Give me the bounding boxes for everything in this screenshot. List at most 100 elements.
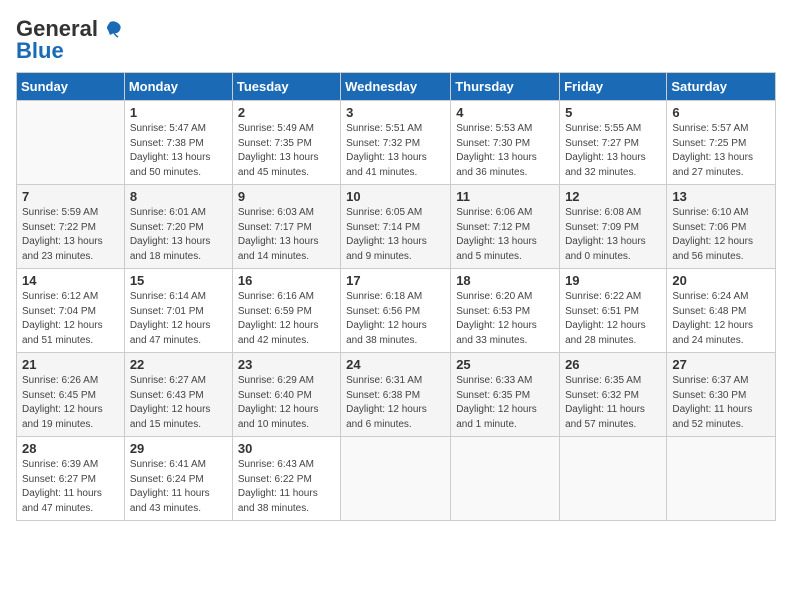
day-number: 7 [22, 189, 119, 204]
day-number: 19 [565, 273, 661, 288]
day-info: Sunrise: 6:01 AM Sunset: 7:20 PM Dayligh… [130, 206, 227, 264]
day-info: Sunrise: 6:12 AM Sunset: 7:04 PM Dayligh… [22, 290, 119, 348]
day-number: 22 [130, 357, 227, 372]
day-number: 27 [672, 357, 770, 372]
day-info: Sunrise: 5:59 AM Sunset: 7:22 PM Dayligh… [22, 206, 119, 264]
day-info: Sunrise: 5:47 AM Sunset: 7:38 PM Dayligh… [130, 122, 227, 180]
weekday-header-monday: Monday [124, 73, 232, 101]
day-number: 20 [672, 273, 770, 288]
day-info: Sunrise: 6:03 AM Sunset: 7:17 PM Dayligh… [238, 206, 335, 264]
page-header: General Blue [16, 16, 776, 64]
logo-blue-text: Blue [16, 38, 64, 64]
calendar-cell: 12 Sunrise: 6:08 AM Sunset: 7:09 PM Dayli… [560, 185, 667, 269]
day-number: 14 [22, 273, 119, 288]
day-info: Sunrise: 6:41 AM Sunset: 6:24 PM Dayligh… [130, 458, 227, 516]
day-info: Sunrise: 6:31 AM Sunset: 6:38 PM Dayligh… [346, 374, 445, 432]
calendar-cell: 28 Sunrise: 6:39 AM Sunset: 6:27 PM Dayli… [17, 437, 125, 521]
day-number: 15 [130, 273, 227, 288]
calendar-cell: 7 Sunrise: 5:59 AM Sunset: 7:22 PM Daylig… [17, 185, 125, 269]
day-info: Sunrise: 6:20 AM Sunset: 6:53 PM Dayligh… [456, 290, 554, 348]
calendar-cell: 1 Sunrise: 5:47 AM Sunset: 7:38 PM Daylig… [124, 101, 232, 185]
day-info: Sunrise: 6:35 AM Sunset: 6:32 PM Dayligh… [565, 374, 661, 432]
calendar-cell: 19 Sunrise: 6:22 AM Sunset: 6:51 PM Dayli… [560, 269, 667, 353]
day-info: Sunrise: 6:33 AM Sunset: 6:35 PM Dayligh… [456, 374, 554, 432]
day-number: 12 [565, 189, 661, 204]
day-info: Sunrise: 6:43 AM Sunset: 6:22 PM Dayligh… [238, 458, 335, 516]
day-number: 5 [565, 105, 661, 120]
day-number: 23 [238, 357, 335, 372]
calendar-cell: 14 Sunrise: 6:12 AM Sunset: 7:04 PM Dayli… [17, 269, 125, 353]
day-number: 2 [238, 105, 335, 120]
calendar-table: SundayMondayTuesdayWednesdayThursdayFrid… [16, 72, 776, 521]
day-number: 24 [346, 357, 445, 372]
calendar-cell: 13 Sunrise: 6:10 AM Sunset: 7:06 PM Dayli… [667, 185, 776, 269]
day-number: 28 [22, 441, 119, 456]
day-info: Sunrise: 6:22 AM Sunset: 6:51 PM Dayligh… [565, 290, 661, 348]
weekday-header-thursday: Thursday [451, 73, 560, 101]
day-number: 8 [130, 189, 227, 204]
calendar-cell: 15 Sunrise: 6:14 AM Sunset: 7:01 PM Dayli… [124, 269, 232, 353]
calendar-cell: 16 Sunrise: 6:16 AM Sunset: 6:59 PM Dayli… [232, 269, 340, 353]
calendar-cell: 10 Sunrise: 6:05 AM Sunset: 7:14 PM Dayli… [341, 185, 451, 269]
day-number: 4 [456, 105, 554, 120]
weekday-header-saturday: Saturday [667, 73, 776, 101]
calendar-cell [341, 437, 451, 521]
calendar-cell: 27 Sunrise: 6:37 AM Sunset: 6:30 PM Dayli… [667, 353, 776, 437]
day-info: Sunrise: 5:57 AM Sunset: 7:25 PM Dayligh… [672, 122, 770, 180]
day-info: Sunrise: 6:37 AM Sunset: 6:30 PM Dayligh… [672, 374, 770, 432]
weekday-header-friday: Friday [560, 73, 667, 101]
calendar-cell: 26 Sunrise: 6:35 AM Sunset: 6:32 PM Dayli… [560, 353, 667, 437]
calendar-cell [667, 437, 776, 521]
day-info: Sunrise: 6:05 AM Sunset: 7:14 PM Dayligh… [346, 206, 445, 264]
day-info: Sunrise: 6:10 AM Sunset: 7:06 PM Dayligh… [672, 206, 770, 264]
calendar-cell: 6 Sunrise: 5:57 AM Sunset: 7:25 PM Daylig… [667, 101, 776, 185]
calendar-cell: 17Sunrise: 6:18 AM Sunset: 6:56 PM Dayli… [341, 269, 451, 353]
calendar-cell: 11 Sunrise: 6:06 AM Sunset: 7:12 PM Dayli… [451, 185, 560, 269]
calendar-cell: 4 Sunrise: 5:53 AM Sunset: 7:30 PM Daylig… [451, 101, 560, 185]
day-number: 16 [238, 273, 335, 288]
calendar-cell: 20 Sunrise: 6:24 AM Sunset: 6:48 PM Dayli… [667, 269, 776, 353]
day-number: 17 [346, 273, 445, 288]
day-number: 26 [565, 357, 661, 372]
day-number: 6 [672, 105, 770, 120]
day-info: Sunrise: 6:29 AM Sunset: 6:40 PM Dayligh… [238, 374, 335, 432]
calendar-cell: 30 Sunrise: 6:43 AM Sunset: 6:22 PM Dayli… [232, 437, 340, 521]
day-number: 10 [346, 189, 445, 204]
day-number: 30 [238, 441, 335, 456]
day-number: 25 [456, 357, 554, 372]
calendar-cell: 5 Sunrise: 5:55 AM Sunset: 7:27 PM Daylig… [560, 101, 667, 185]
weekday-header-wednesday: Wednesday [341, 73, 451, 101]
day-info: Sunrise: 6:16 AM Sunset: 6:59 PM Dayligh… [238, 290, 335, 348]
logo-bird-icon [100, 20, 122, 38]
calendar-cell: 22 Sunrise: 6:27 AM Sunset: 6:43 PM Dayli… [124, 353, 232, 437]
day-info: Sunrise: 6:39 AM Sunset: 6:27 PM Dayligh… [22, 458, 119, 516]
day-info: Sunrise: 5:53 AM Sunset: 7:30 PM Dayligh… [456, 122, 554, 180]
day-info: Sunrise: 6:27 AM Sunset: 6:43 PM Dayligh… [130, 374, 227, 432]
day-number: 13 [672, 189, 770, 204]
calendar-cell: 9Sunrise: 6:03 AM Sunset: 7:17 PM Daylig… [232, 185, 340, 269]
calendar-cell [451, 437, 560, 521]
calendar-cell: 18 Sunrise: 6:20 AM Sunset: 6:53 PM Dayli… [451, 269, 560, 353]
calendar-cell: 21 Sunrise: 6:26 AM Sunset: 6:45 PM Dayli… [17, 353, 125, 437]
day-number: 29 [130, 441, 227, 456]
day-number: 3 [346, 105, 445, 120]
day-info: Sunrise: 6:26 AM Sunset: 6:45 PM Dayligh… [22, 374, 119, 432]
day-number: 18 [456, 273, 554, 288]
day-number: 1 [130, 105, 227, 120]
day-info: Sunrise: 6:24 AM Sunset: 6:48 PM Dayligh… [672, 290, 770, 348]
calendar-cell: 8 Sunrise: 6:01 AM Sunset: 7:20 PM Daylig… [124, 185, 232, 269]
day-info: Sunrise: 5:51 AM Sunset: 7:32 PM Dayligh… [346, 122, 445, 180]
day-info: Sunrise: 6:14 AM Sunset: 7:01 PM Dayligh… [130, 290, 227, 348]
day-number: 21 [22, 357, 119, 372]
day-info: Sunrise: 6:06 AM Sunset: 7:12 PM Dayligh… [456, 206, 554, 264]
calendar-cell: 23 Sunrise: 6:29 AM Sunset: 6:40 PM Dayli… [232, 353, 340, 437]
day-number: 11 [456, 189, 554, 204]
calendar-cell: 25 Sunrise: 6:33 AM Sunset: 6:35 PM Dayli… [451, 353, 560, 437]
calendar-cell: 2Sunrise: 5:49 AM Sunset: 7:35 PM Daylig… [232, 101, 340, 185]
calendar-cell [560, 437, 667, 521]
day-info: Sunrise: 6:08 AM Sunset: 7:09 PM Dayligh… [565, 206, 661, 264]
calendar-cell: 29 Sunrise: 6:41 AM Sunset: 6:24 PM Dayli… [124, 437, 232, 521]
calendar-cell: 3 Sunrise: 5:51 AM Sunset: 7:32 PM Daylig… [341, 101, 451, 185]
calendar-cell: 24 Sunrise: 6:31 AM Sunset: 6:38 PM Dayli… [341, 353, 451, 437]
day-info: Sunrise: 5:55 AM Sunset: 7:27 PM Dayligh… [565, 122, 661, 180]
